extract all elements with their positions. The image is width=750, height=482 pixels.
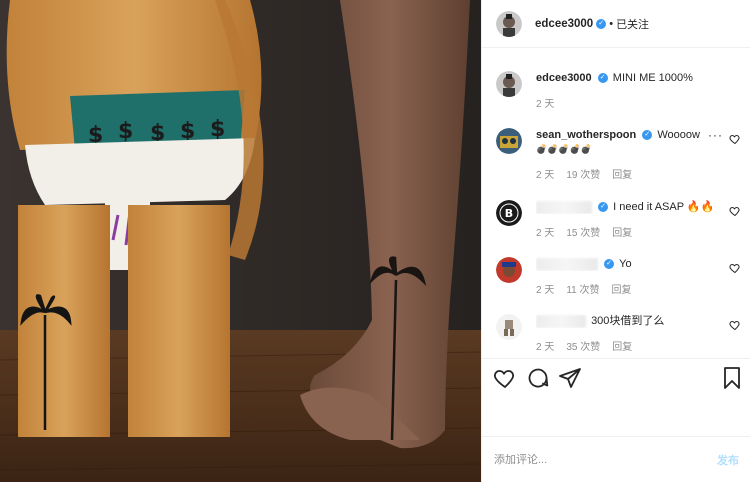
post-image-drawing: $ $ $ $ $ bbox=[0, 0, 481, 482]
verified-badge-icon: ✓ bbox=[598, 202, 609, 213]
like-comment-heart-icon[interactable] bbox=[729, 262, 741, 274]
bookmark-icon[interactable] bbox=[720, 366, 744, 390]
comment-time[interactable]: 2 天 bbox=[536, 281, 554, 296]
comment-text: 300块借到了么 bbox=[591, 315, 665, 327]
heart-icon[interactable] bbox=[493, 366, 517, 390]
reply-button[interactable]: 回复 bbox=[612, 338, 632, 353]
comment-text: I need it ASAP 🔥🔥 bbox=[613, 201, 715, 213]
verified-badge-icon: ✓ bbox=[604, 259, 615, 270]
reply-button[interactable]: 回复 bbox=[612, 166, 632, 181]
comment-likes[interactable]: 35 次赞 bbox=[566, 338, 600, 353]
commenter-avatar[interactable] bbox=[496, 314, 522, 340]
commenter-avatar[interactable]: B bbox=[496, 200, 522, 226]
add-comment-bar: 发布 bbox=[482, 436, 750, 482]
comment-likes[interactable]: 19 次赞 bbox=[566, 166, 600, 181]
reply-button[interactable]: 回复 bbox=[612, 281, 632, 296]
author-avatar-image bbox=[496, 71, 522, 97]
comment-text: Yo bbox=[619, 258, 632, 270]
commenter-avatar-image bbox=[496, 128, 522, 154]
commenter-avatar[interactable] bbox=[496, 257, 522, 283]
more-options-icon[interactable]: ··· bbox=[708, 128, 723, 142]
author-avatar[interactable] bbox=[496, 71, 522, 97]
svg-text:$: $ bbox=[210, 117, 225, 142]
post-header: edcee3000 ✓ • 已关注 bbox=[482, 0, 750, 48]
post-actions-bar bbox=[482, 358, 750, 436]
comment-input[interactable] bbox=[494, 453, 717, 466]
comment-time[interactable]: 2 天 bbox=[536, 166, 554, 181]
like-comment-heart-icon[interactable] bbox=[729, 133, 741, 145]
svg-text:B: B bbox=[505, 207, 513, 220]
comment-time[interactable]: 2 天 bbox=[536, 95, 554, 110]
post-image[interactable]: $ $ $ $ $ bbox=[0, 0, 481, 482]
commenter-avatar-image bbox=[496, 314, 522, 340]
comment-username[interactable] bbox=[536, 314, 586, 328]
share-icon[interactable] bbox=[558, 366, 582, 390]
author-avatar[interactable] bbox=[496, 10, 522, 37]
commenter-avatar-image: B bbox=[496, 200, 522, 226]
comments-list[interactable]: edcee3000 ✓ MINI ME 1000% 2 天 sean_wothe… bbox=[482, 49, 750, 358]
comment-username[interactable] bbox=[536, 200, 592, 214]
comment-time[interactable]: 2 天 bbox=[536, 338, 554, 353]
comment-likes[interactable]: 11 次赞 bbox=[566, 281, 599, 296]
comment-username[interactable]: sean_wotherspoon bbox=[536, 129, 636, 141]
verified-badge-icon: ✓ bbox=[597, 73, 608, 84]
commenter-avatar[interactable] bbox=[496, 128, 522, 154]
comment-text: Woooow bbox=[657, 129, 700, 141]
post-sidebar: edcee3000 ✓ • 已关注 edcee3000 ✓ MINI ME 10… bbox=[481, 0, 750, 482]
comment-likes[interactable]: 15 次赞 bbox=[566, 224, 600, 239]
author-avatar-image bbox=[496, 10, 522, 37]
comment-text: MINI ME 1000% bbox=[612, 72, 693, 84]
comment-username[interactable] bbox=[536, 257, 598, 271]
author-username[interactable]: edcee3000 bbox=[535, 18, 593, 30]
follow-button[interactable]: 已关注 bbox=[616, 16, 649, 32]
comment-icon[interactable] bbox=[526, 366, 550, 390]
comment-time[interactable]: 2 天 bbox=[536, 224, 554, 239]
verified-badge-icon: ✓ bbox=[642, 130, 653, 141]
svg-text:$: $ bbox=[118, 119, 133, 144]
verified-badge-icon: ✓ bbox=[596, 18, 607, 29]
reply-button[interactable]: 回复 bbox=[612, 224, 632, 239]
comment-username[interactable]: edcee3000 bbox=[536, 72, 592, 84]
like-comment-heart-icon[interactable] bbox=[729, 319, 741, 331]
commenter-avatar-image bbox=[496, 257, 522, 283]
separator-dot: • bbox=[609, 17, 614, 30]
comment-emoji: 💣💣💣💣💣 bbox=[536, 144, 593, 154]
like-comment-heart-icon[interactable] bbox=[729, 205, 741, 217]
post-comment-button[interactable]: 发布 bbox=[717, 452, 739, 468]
